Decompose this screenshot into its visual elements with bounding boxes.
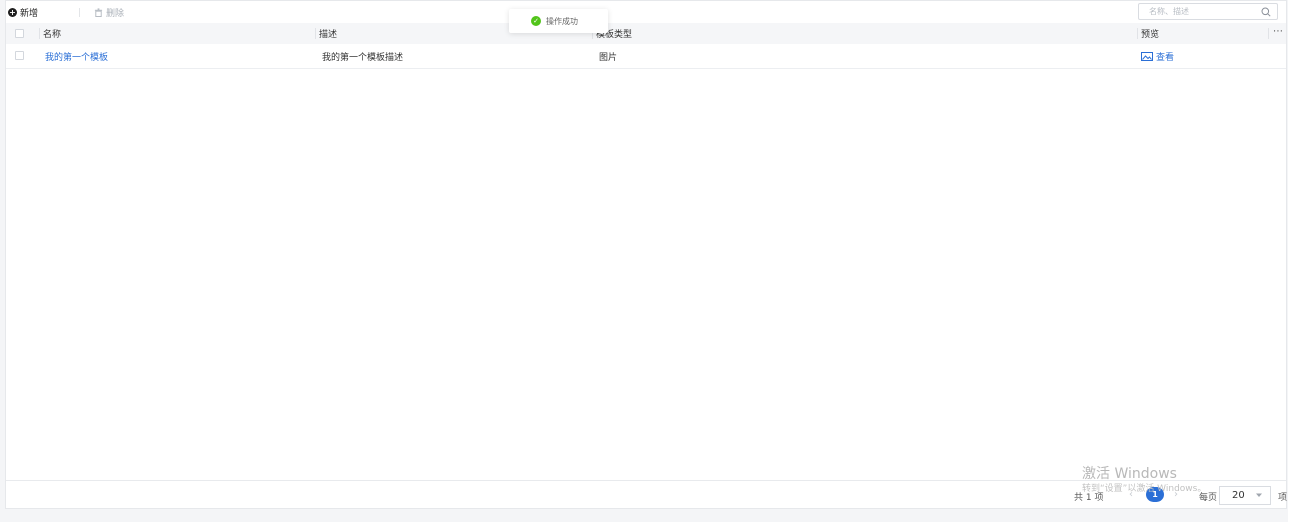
per-page-unit: 项 bbox=[1278, 493, 1288, 503]
row-checkbox[interactable] bbox=[15, 51, 24, 60]
image-icon bbox=[1141, 51, 1153, 61]
select-all-checkbox[interactable] bbox=[15, 29, 24, 38]
preview-link[interactable]: 查看 bbox=[1141, 50, 1174, 63]
column-divider bbox=[1137, 28, 1138, 39]
table-header: 名称 描述 模板类型 预览 ⋯ bbox=[6, 23, 1286, 44]
windows-activation-watermark-title: 激活 Windows bbox=[1082, 466, 1177, 482]
template-list-panel: + 新增 删除 名称 描述 模板类型 预览 bbox=[5, 0, 1287, 509]
column-header-preview[interactable]: 预览 bbox=[1141, 23, 1159, 44]
column-header-description[interactable]: 描述 bbox=[319, 23, 337, 44]
search-box[interactable] bbox=[1138, 3, 1278, 20]
page-edge bbox=[1288, 0, 1307, 522]
page-size-select[interactable]: 20 bbox=[1219, 486, 1271, 505]
trash-icon bbox=[94, 8, 103, 17]
template-name-link[interactable]: 我的第一个模板 bbox=[45, 44, 108, 68]
template-description: 我的第一个模板描述 bbox=[322, 52, 404, 63]
page-size-value: 20 bbox=[1232, 490, 1245, 501]
check-circle-icon: ✓ bbox=[531, 16, 541, 26]
column-divider bbox=[315, 28, 316, 39]
table-row[interactable]: 我的第一个模板 我的第一个模板描述 图片 查看 bbox=[6, 44, 1286, 69]
toast-message: 操作成功 bbox=[546, 16, 578, 26]
column-divider bbox=[39, 28, 40, 39]
plus-circle-icon: + bbox=[8, 8, 17, 17]
windows-activation-watermark-subtitle: 转到“设置”以激活 Windows。 bbox=[1082, 484, 1207, 494]
add-button[interactable]: + 新增 bbox=[8, 7, 39, 19]
column-divider bbox=[1268, 28, 1269, 39]
caret-down-icon bbox=[1256, 493, 1262, 497]
add-label: 新增 bbox=[20, 9, 39, 19]
template-type: 图片 bbox=[599, 52, 618, 63]
toolbar-divider bbox=[79, 8, 80, 17]
preview-label: 查看 bbox=[1156, 52, 1175, 63]
column-header-name[interactable]: 名称 bbox=[43, 23, 61, 44]
search-input[interactable] bbox=[1149, 7, 1259, 16]
preview-cell: 查看 bbox=[1141, 44, 1174, 68]
delete-label: 删除 bbox=[106, 9, 125, 19]
more-icon[interactable]: ⋯ bbox=[1271, 26, 1285, 40]
delete-button[interactable]: 删除 bbox=[94, 7, 125, 19]
success-toast: ✓ 操作成功 bbox=[509, 9, 608, 33]
toolbar: + 新增 删除 bbox=[6, 1, 1286, 23]
search-icon[interactable] bbox=[1261, 7, 1271, 17]
